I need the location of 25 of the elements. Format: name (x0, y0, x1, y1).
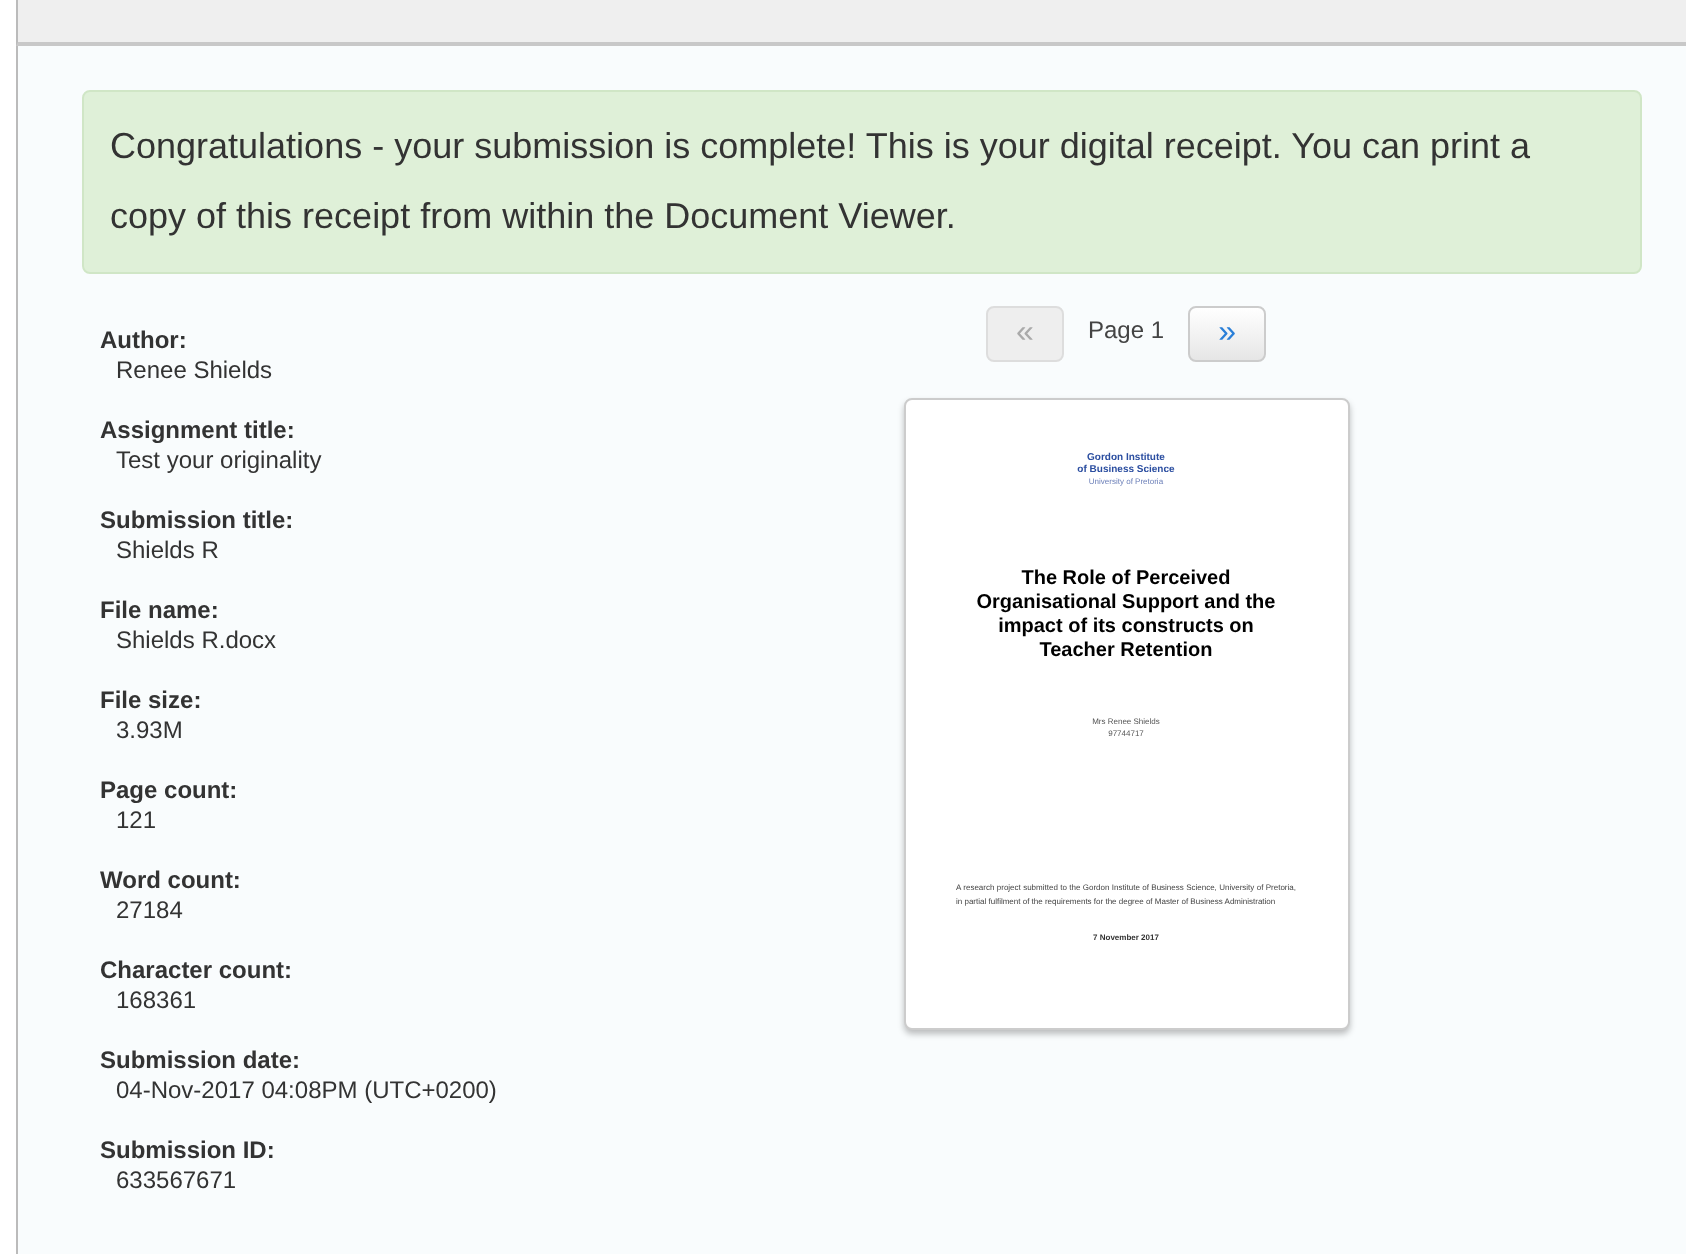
field-label: Author: (100, 326, 189, 356)
field-value: 27184 (114, 896, 185, 926)
field-value: Renee Shields (114, 356, 275, 386)
document-title: The Role of Perceived Organisational Support and the impact of its constructs on Teacher Retention (974, 568, 1278, 664)
field-label: Word count: (100, 866, 243, 896)
field-label: Submission title: (100, 506, 296, 536)
field-value: 168361 (114, 986, 199, 1016)
document-page-thumbnail[interactable] (903, 398, 1349, 1030)
field-value: 04-Nov-2017 04:08PM (UTC+0200) (114, 1076, 499, 1106)
field-label: Assignment title: (100, 416, 297, 446)
field-label: File size: (100, 686, 204, 716)
field-value: Shields R.docx (114, 626, 279, 656)
field-value: Shields R (114, 536, 221, 566)
field-value: Test your originality (114, 446, 324, 476)
field-value: 121 (114, 806, 159, 836)
field-value: 3.93M (114, 716, 185, 746)
page-indicator: Page 1 (1087, 313, 1165, 347)
next-page-button[interactable]: » (1188, 306, 1267, 362)
field-value: 633567671 (114, 1166, 239, 1196)
field-label: Page count: (100, 776, 240, 806)
field-label: Character count: (100, 956, 295, 986)
field-label: File name: (100, 596, 221, 626)
field-label: Submission ID: (100, 1136, 277, 1166)
success-alert: Congratulations - your submission is complete! This is your digital receipt. You can print a copy of this receipt from within the Document Viewer. (82, 90, 1642, 274)
field-label: Submission date: (100, 1046, 303, 1076)
